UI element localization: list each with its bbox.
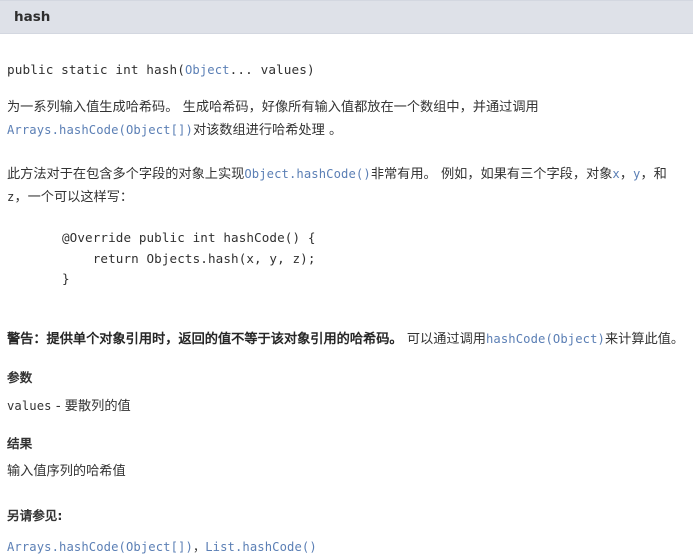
warning-bold-text: 警告：提供单个对象引用时，返回的值不等于该对象引用的哈希码。 — [7, 331, 403, 347]
description-text-2d: ，和 — [640, 167, 667, 182]
signature-type-link[interactable]: Object — [185, 63, 230, 77]
signature-suffix: ... values) — [229, 62, 315, 77]
method-signature: public static int hash(Object... values) — [7, 62, 686, 77]
member-header: hash — [0, 0, 693, 34]
description-paragraph-2: 此方法对于在包含多个字段的对象上实现Object.hashCode()非常有用。… — [7, 163, 686, 209]
description-text-2a: 此方法对于在包含多个字段的对象上实现 — [7, 167, 245, 182]
description-text-2c: ， — [619, 167, 634, 182]
param-name: values — [7, 398, 52, 413]
warning-paragraph: 警告：提供单个对象引用时，返回的值不等于该对象引用的哈希码。 可以通过调用has… — [7, 328, 686, 351]
member-content: public static int hash(Object... values)… — [0, 62, 693, 558]
description-text-2b: 非常有用。 例如，如果有三个字段，对象 — [370, 167, 613, 182]
page-title: hash — [14, 9, 51, 25]
warning-text-a: 可以通过调用 — [402, 331, 486, 347]
example-code-block: @Override public int hashCode() { return… — [62, 230, 316, 286]
var-x-link[interactable]: x — [612, 167, 619, 181]
description-text-1a: 为一系列输入值生成哈希码。 生成哈希码，好像所有输入值都放在一个数组中，并通过调… — [7, 100, 539, 115]
seealso-body: Arrays.hashCode(Object[])，List.hashCode(… — [7, 537, 686, 558]
returns-body: 输入值序列的哈希值 — [7, 463, 126, 479]
warning-text-b: 来计算此值。 — [604, 331, 685, 347]
description-text-1b: 对该数组进行哈希处理 。 — [192, 123, 343, 138]
param-description: 要散列的值 — [64, 398, 131, 414]
params-body: values - 要散列的值 — [7, 396, 686, 417]
object-hashcode-link[interactable]: Object.hashCode() — [244, 167, 370, 181]
seealso-heading: 另请参见: — [7, 507, 63, 523]
param-separator: - — [51, 398, 65, 414]
description-text-2e: ，一个可以这样写： — [14, 190, 134, 205]
signature-prefix: public static int hash( — [7, 62, 185, 77]
params-heading: 参数 — [7, 369, 33, 385]
hashcode-object-link[interactable]: hashCode(Object) — [486, 332, 605, 346]
returns-heading: 结果 — [7, 435, 33, 451]
javadoc-member-page: hash public static int hash(Object... va… — [0, 0, 693, 554]
description-paragraph-1: 为一系列输入值生成哈希码。 生成哈希码，好像所有输入值都放在一个数组中，并通过调… — [7, 97, 686, 142]
arrays-hashcode-link[interactable]: Arrays.hashCode(Object[]) — [7, 123, 193, 137]
